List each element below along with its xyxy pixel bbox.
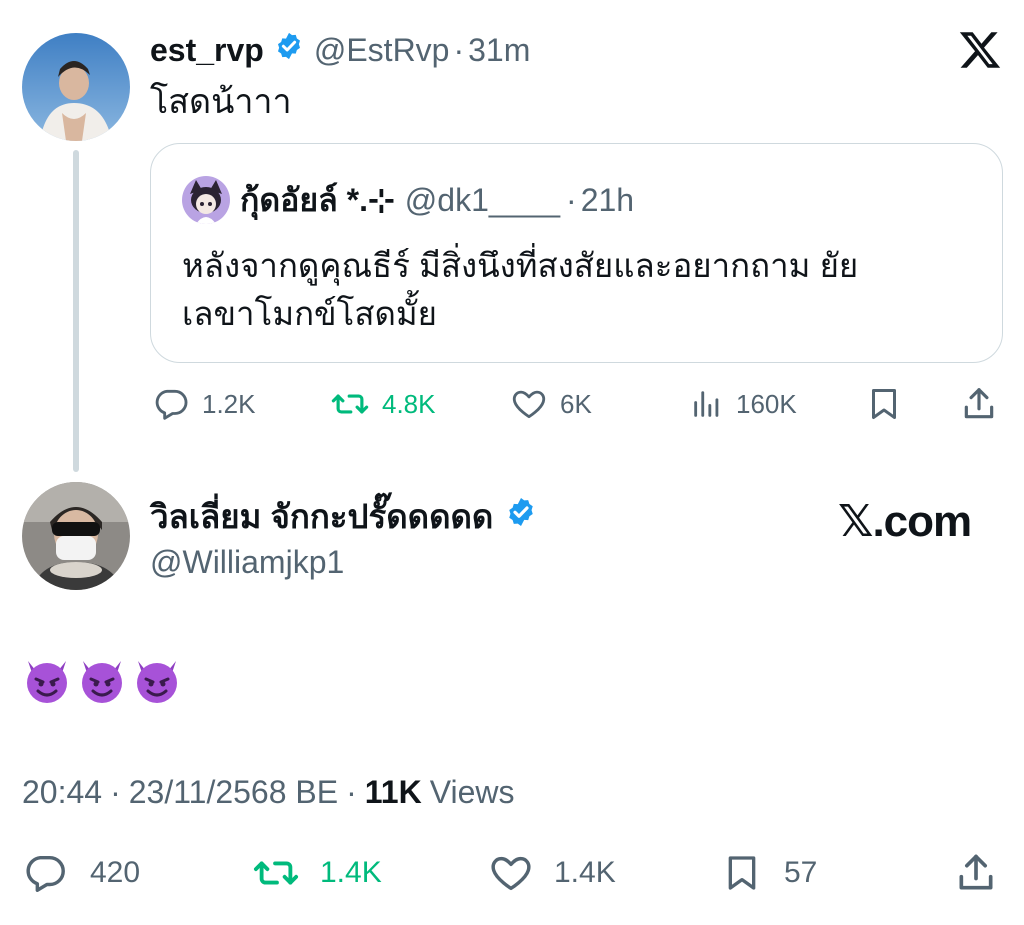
tweet2-author-name[interactable]: วิลเลี่ยม จักกะปรั๊ดดดดด bbox=[150, 490, 493, 543]
quote-header: กุ้ดอัยล์ *.⊹ @dk1____ · 21h bbox=[240, 178, 634, 222]
tweet1-timestamp[interactable]: 31m bbox=[468, 32, 530, 69]
tweet1-repost-count: 4.8K bbox=[382, 388, 436, 419]
tweet2-handle[interactable]: @Williamjkp1 bbox=[150, 542, 344, 582]
verified-badge-icon bbox=[274, 31, 304, 69]
tweet1-text: โสดน้าาา bbox=[150, 83, 292, 121]
smiling-imp-emoji-icon bbox=[27, 661, 67, 703]
heart-icon bbox=[491, 856, 531, 891]
heart-icon bbox=[512, 390, 546, 419]
tweet2-meta-row: 20:44 · 23/11/2568 BE · 11K Views bbox=[22, 772, 514, 812]
verified-badge-icon bbox=[505, 496, 537, 536]
avatar-williamjkp1[interactable] bbox=[22, 482, 130, 590]
tweet1-author-name[interactable]: est_rvp bbox=[150, 32, 264, 69]
tweet1-reply-button[interactable]: 1.2K bbox=[152, 384, 256, 424]
tweet2-share-icon[interactable] bbox=[954, 850, 998, 901]
tweet2-views-label: Views bbox=[429, 774, 515, 810]
tweet1-repost-button[interactable]: 4.8K bbox=[330, 384, 436, 424]
smiling-imp-emoji-icon bbox=[137, 661, 177, 703]
tweet2-bookmark-button[interactable]: 57 bbox=[722, 850, 817, 896]
tweet2-time[interactable]: 20:44 bbox=[22, 772, 102, 812]
tweet2-author-row: วิลเลี่ยม จักกะปรั๊ดดดดด bbox=[150, 494, 537, 538]
avatar-est-rvp[interactable] bbox=[22, 33, 130, 141]
quote-timestamp[interactable]: 21h bbox=[581, 182, 634, 219]
reply-icon bbox=[26, 855, 65, 892]
tweet1-separator: · bbox=[453, 31, 465, 68]
quote-text-line1: หลังจากดูคุณธีร์ มีสิ่งนึงที่สงสัยและอยา… bbox=[182, 247, 859, 284]
tweet1-handle[interactable]: @EstRvp bbox=[314, 32, 450, 69]
tweet1-share-icon[interactable] bbox=[960, 384, 998, 429]
avatar-dk1[interactable] bbox=[182, 176, 230, 224]
tweet2-meta-sep: · bbox=[346, 774, 357, 810]
tweet2-reply-button[interactable]: 420 bbox=[22, 850, 140, 896]
tweet2-bookmark-count: 57 bbox=[784, 856, 818, 889]
tweet2-like-count: 1.4K bbox=[554, 856, 616, 889]
quote-separator: · bbox=[566, 181, 577, 218]
x-com-watermark: 𝕏.com bbox=[838, 497, 972, 546]
quote-text-line2: เลขาโมกข์โสดมั้ย bbox=[182, 295, 437, 332]
x-logo-icon[interactable] bbox=[958, 28, 1002, 72]
tweet1-like-button[interactable]: 6K bbox=[510, 384, 592, 424]
tweet1-like-count: 6K bbox=[560, 388, 592, 419]
tweet2-meta-sep: · bbox=[110, 774, 121, 810]
tweet1-views-button[interactable]: 160K bbox=[690, 384, 797, 424]
smiling-imp-emoji-icon bbox=[82, 661, 122, 703]
bookmark-icon bbox=[728, 856, 756, 890]
tweet2-like-button[interactable]: 1.4K bbox=[488, 850, 616, 896]
repost-icon bbox=[253, 861, 299, 885]
quote-handle[interactable]: @dk1____ bbox=[405, 182, 560, 219]
tweet2-emoji-row bbox=[22, 655, 187, 705]
reply-icon bbox=[155, 389, 188, 420]
tweet1-header: est_rvp @EstRvp · 31m bbox=[150, 28, 530, 72]
tweet2-repost-count: 1.4K bbox=[320, 856, 382, 889]
tweet1-bookmark-icon[interactable] bbox=[866, 384, 902, 429]
tweet2-reply-count: 420 bbox=[90, 856, 141, 889]
views-chart-icon bbox=[694, 391, 719, 417]
tweet1-reply-count: 1.2K bbox=[202, 388, 256, 419]
thread-connector-line bbox=[73, 150, 79, 472]
tweet2-views-count: 11K bbox=[364, 774, 422, 810]
tweet2-repost-button[interactable]: 1.4K bbox=[252, 850, 382, 896]
tweet1-view-count: 160K bbox=[736, 388, 797, 419]
tweet2-date[interactable]: 23/11/2568 BE bbox=[129, 772, 338, 812]
repost-icon bbox=[331, 394, 369, 414]
quote-author-name[interactable]: กุ้ดอัยล์ *.⊹ bbox=[240, 175, 395, 226]
